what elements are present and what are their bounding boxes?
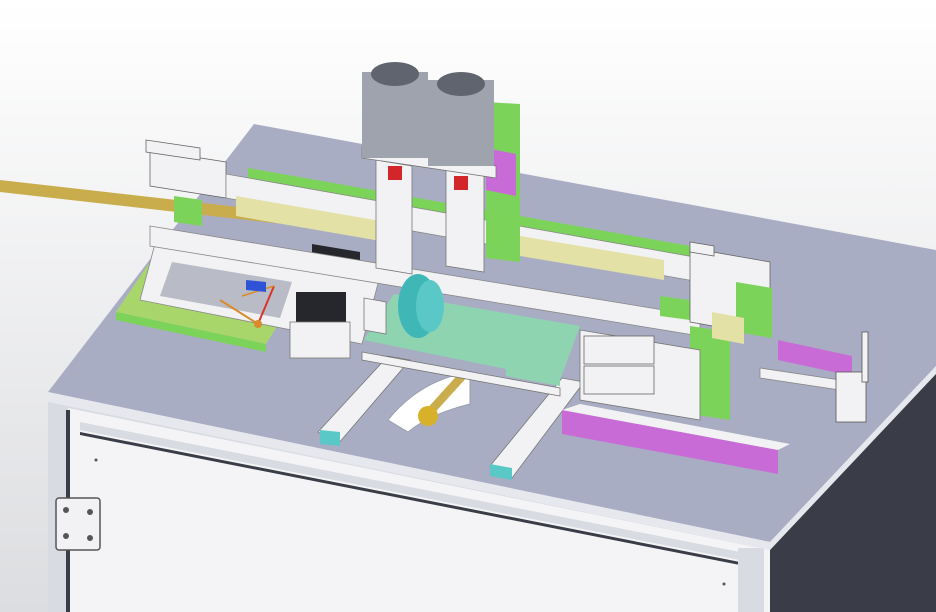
right-rod-stopper xyxy=(835,371,867,423)
carriage-mint-block xyxy=(506,328,560,386)
cabinet-right-post xyxy=(738,548,764,612)
triad-blue-marker xyxy=(246,280,266,292)
cylinder-right-cap xyxy=(437,72,485,96)
cabinet-dot-1 xyxy=(94,458,98,462)
right-cylinder-block-1 xyxy=(583,335,655,365)
cylinder-right-red-fitting xyxy=(454,176,468,190)
cylinder-left-red-fitting xyxy=(388,166,402,180)
gold-handle-knob[interactable] xyxy=(418,406,438,426)
door-hinge-icon[interactable] xyxy=(55,497,101,551)
front-rail-left-block xyxy=(320,430,340,446)
rail-green-end-right xyxy=(660,296,690,320)
carriage-white-block xyxy=(363,297,387,335)
rotary-gripper-face xyxy=(416,280,444,332)
cad-viewport[interactable] xyxy=(0,0,936,612)
hinge-screw-1 xyxy=(63,507,69,513)
hinge-screw-3 xyxy=(87,509,93,515)
left-green-block xyxy=(174,196,202,226)
right-cylinder-block-2 xyxy=(583,365,655,395)
hinge-screw-2 xyxy=(63,533,69,539)
cabinet-dot-2 xyxy=(722,582,726,586)
assembly-3d-view xyxy=(0,0,936,612)
right-vertical-pin xyxy=(861,331,869,383)
left-motor-base xyxy=(289,321,351,359)
left-motor-block xyxy=(296,292,346,322)
hinge-screw-4 xyxy=(87,535,93,541)
cylinder-left-cap xyxy=(371,62,419,86)
triad-origin xyxy=(254,320,262,328)
